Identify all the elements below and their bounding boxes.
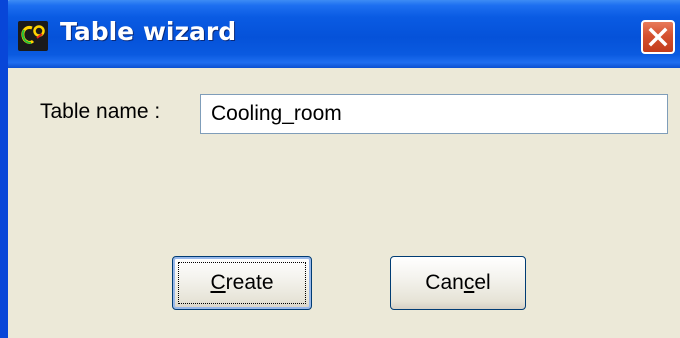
cancel-button[interactable]: Cancel bbox=[390, 256, 526, 310]
cancel-button-label: Cancel bbox=[425, 271, 491, 294]
create-button-label: Create bbox=[210, 271, 274, 294]
close-x-icon bbox=[648, 27, 668, 47]
create-mnemonic: C bbox=[210, 271, 226, 294]
title-bar[interactable]: Table wizard bbox=[8, 0, 680, 68]
window-title: Table wizard bbox=[60, 17, 237, 46]
app-icon bbox=[18, 21, 48, 51]
table-name-input[interactable] bbox=[200, 94, 668, 134]
table-name-label: Table name : bbox=[40, 100, 161, 123]
close-button[interactable] bbox=[641, 20, 675, 54]
cancel-mnemonic: c bbox=[463, 271, 475, 294]
create-button[interactable]: Create bbox=[172, 256, 312, 310]
table-wizard-dialog: Table wizard Table name : Create Cancel bbox=[0, 0, 680, 338]
